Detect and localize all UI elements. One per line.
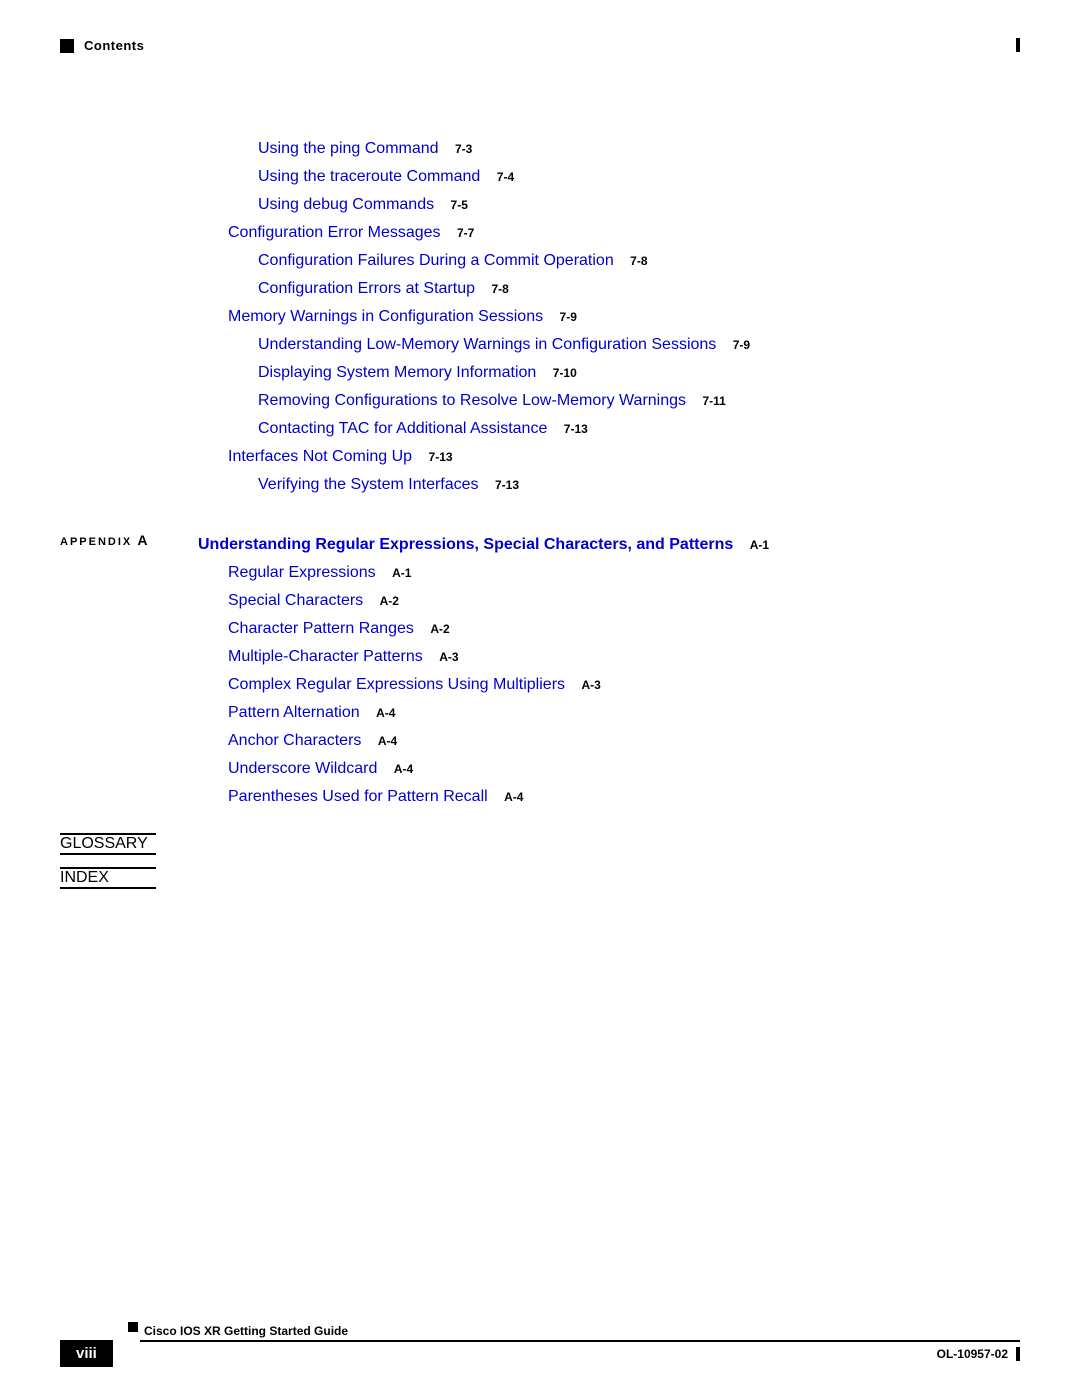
toc-pageref: A-1 xyxy=(750,538,769,552)
toc-entry: Parentheses Used for Pattern Recall A-4 xyxy=(228,783,1020,811)
toc-entry: Configuration Error Messages 7-7 xyxy=(228,219,1020,247)
toc-entry: Pattern Alternation A-4 xyxy=(228,699,1020,727)
toc-link[interactable]: Removing Configurations to Resolve Low-M… xyxy=(258,392,686,409)
toc-entry: Anchor Characters A-4 xyxy=(228,727,1020,755)
toc-pageref: 7-9 xyxy=(560,310,577,324)
toc-link[interactable]: Parentheses Used for Pattern Recall xyxy=(228,788,488,805)
toc-pageref: A-4 xyxy=(376,706,395,720)
toc-entry: Character Pattern Ranges A-2 xyxy=(228,615,1020,643)
toc-entry: Configuration Failures During a Commit O… xyxy=(258,247,1020,275)
toc-entry: Removing Configurations to Resolve Low-M… xyxy=(258,387,1020,415)
toc-entry: Interfaces Not Coming Up 7-13 xyxy=(228,443,1020,471)
toc-entry: Regular Expressions A-1 xyxy=(228,559,1020,587)
toc-link[interactable]: Displaying System Memory Information xyxy=(258,364,536,381)
toc-pageref: 7-8 xyxy=(491,282,508,296)
toc-link[interactable]: Configuration Errors at Startup xyxy=(258,280,475,297)
toc-pageref: A-2 xyxy=(430,622,449,636)
toc-link[interactable]: Complex Regular Expressions Using Multip… xyxy=(228,676,565,693)
toc-entry: Using the traceroute Command 7-4 xyxy=(258,163,1020,191)
index-label: INDEX xyxy=(60,867,156,889)
appendix-label: APPENDIX A xyxy=(60,533,147,549)
toc-link[interactable]: Character Pattern Ranges xyxy=(228,620,414,637)
toc-link[interactable]: Using the traceroute Command xyxy=(258,168,480,185)
toc-entry: Verifying the System Interfaces 7-13 xyxy=(258,471,1020,499)
toc-entry: Special Characters A-2 xyxy=(228,587,1020,615)
appendix-block: APPENDIX A Understanding Regular Express… xyxy=(60,531,1020,811)
toc-pageref: 7-10 xyxy=(553,366,577,380)
index-text: INDEX xyxy=(60,869,109,887)
toc-entry: Memory Warnings in Configuration Session… xyxy=(228,303,1020,331)
toc-link[interactable]: Verifying the System Interfaces xyxy=(258,476,479,493)
toc-link[interactable]: Understanding Low-Memory Warnings in Con… xyxy=(258,336,716,353)
toc-pageref: A-3 xyxy=(439,650,458,664)
toc-pageref: 7-3 xyxy=(455,142,472,156)
footer-end-mark-icon xyxy=(1016,1347,1020,1361)
toc-entry: Configuration Errors at Startup 7-8 xyxy=(258,275,1020,303)
toc-entry: Using the ping Command 7-3 xyxy=(258,135,1020,163)
toc-pageref: 7-4 xyxy=(497,170,514,184)
footer-guide-title: Cisco IOS XR Getting Started Guide xyxy=(144,1324,348,1338)
footer-line: Cisco IOS XR Getting Started Guide xyxy=(60,1324,1020,1338)
toc-pageref: A-4 xyxy=(504,790,523,804)
toc-link[interactable]: Anchor Characters xyxy=(228,732,361,749)
footer-bottom-line: viii OL-10957-02 xyxy=(60,1340,1020,1367)
toc-link[interactable]: Using debug Commands xyxy=(258,196,434,213)
toc-pageref: A-4 xyxy=(378,734,397,748)
appendix-prefix: APPENDIX xyxy=(60,536,132,548)
toc-pageref: A-1 xyxy=(392,566,411,580)
toc-pageref: A-2 xyxy=(380,594,399,608)
toc-entry: Using debug Commands 7-5 xyxy=(258,191,1020,219)
glossary-label: GLOSSARY xyxy=(60,833,156,855)
appendix-title-line: Understanding Regular Expressions, Speci… xyxy=(198,531,1020,559)
toc-content: Using the ping Command 7-3 Using the tra… xyxy=(60,135,1020,889)
toc-link[interactable]: Underscore Wildcard xyxy=(228,760,377,777)
header-square-icon xyxy=(60,39,74,53)
toc-pageref: 7-8 xyxy=(630,254,647,268)
appendix-letter: A xyxy=(137,532,147,548)
toc-pageref: 7-5 xyxy=(451,198,468,212)
glossary-text: GLOSSARY xyxy=(60,835,148,853)
toc-link[interactable]: Special Characters xyxy=(228,592,363,609)
toc-link[interactable]: Multiple-Character Patterns xyxy=(228,648,423,665)
toc-link[interactable]: Pattern Alternation xyxy=(228,704,360,721)
toc-link[interactable]: Configuration Error Messages xyxy=(228,224,441,241)
header-bar: Contents xyxy=(60,38,1020,53)
toc-pageref: 7-11 xyxy=(702,394,725,408)
toc-link[interactable]: Memory Warnings in Configuration Session… xyxy=(228,308,543,325)
toc-pageref: 7-13 xyxy=(564,422,588,436)
toc-pageref: 7-13 xyxy=(495,478,519,492)
toc-entry: Underscore Wildcard A-4 xyxy=(228,755,1020,783)
toc-pageref: 7-9 xyxy=(733,338,750,352)
header-end-mark-icon xyxy=(1016,38,1020,52)
toc-link[interactable]: Using the ping Command xyxy=(258,140,439,157)
toc-link[interactable]: Interfaces Not Coming Up xyxy=(228,448,412,465)
page-number: viii xyxy=(60,1340,113,1367)
toc-pageref: A-3 xyxy=(581,678,600,692)
footer-doc-id: OL-10957-02 xyxy=(937,1347,1008,1361)
toc-link[interactable]: Regular Expressions xyxy=(228,564,376,581)
toc-entry: Contacting TAC for Additional Assistance… xyxy=(258,415,1020,443)
toc-entry: Understanding Low-Memory Warnings in Con… xyxy=(258,331,1020,359)
toc-link[interactable]: Contacting TAC for Additional Assistance xyxy=(258,420,547,437)
toc-pageref: A-4 xyxy=(394,762,413,776)
page: Contents Using the ping Command 7-3 Usin… xyxy=(0,0,1080,1397)
toc-entry: Multiple-Character Patterns A-3 xyxy=(228,643,1020,671)
footer: Cisco IOS XR Getting Started Guide viii … xyxy=(60,1322,1020,1367)
toc-entry: Complex Regular Expressions Using Multip… xyxy=(228,671,1020,699)
appendix-title-link[interactable]: Understanding Regular Expressions, Speci… xyxy=(198,536,733,553)
toc-pageref: 7-7 xyxy=(457,226,474,240)
toc-link[interactable]: Configuration Failures During a Commit O… xyxy=(258,252,614,269)
toc-pageref: 7-13 xyxy=(429,450,453,464)
header-title: Contents xyxy=(84,38,144,53)
toc-entry: Displaying System Memory Information 7-1… xyxy=(258,359,1020,387)
